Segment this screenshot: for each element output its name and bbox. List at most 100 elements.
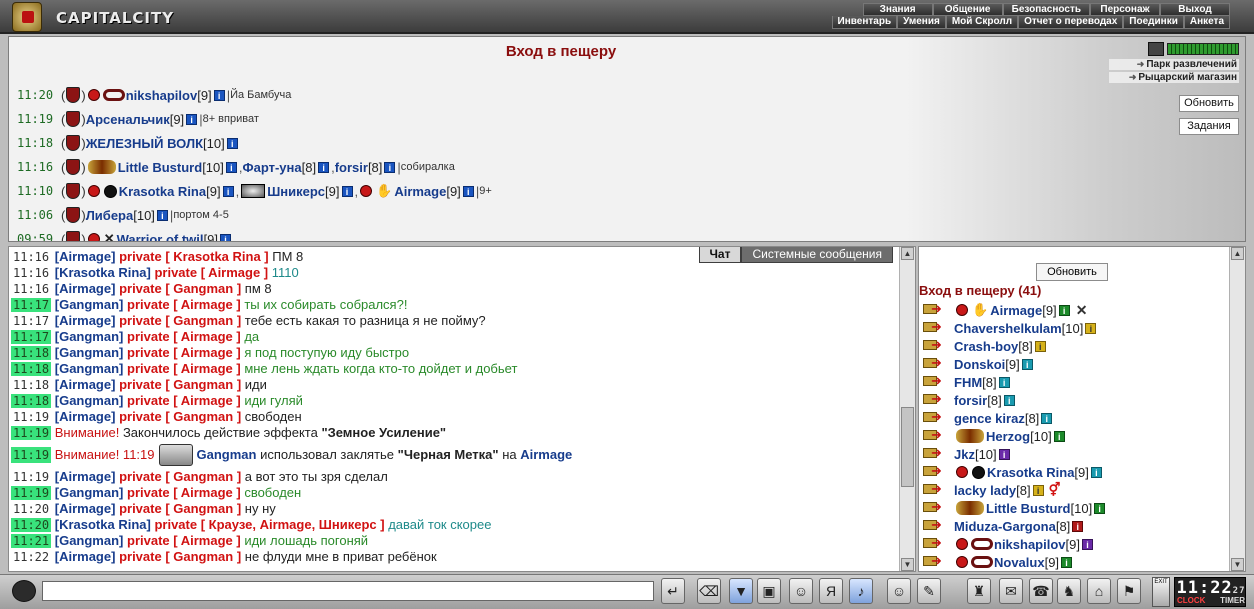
online-user-name[interactable]: Crash-boy	[954, 339, 1018, 354]
nav-item-2[interactable]: Безопасность	[1002, 3, 1090, 16]
subnav-item-3[interactable]: Отчет о переводах	[1018, 16, 1124, 29]
online-refresh-button[interactable]: Обновить	[1036, 263, 1108, 281]
message-time[interactable]: 11:19	[11, 447, 52, 463]
subnav-item-0[interactable]: Инвентарь	[831, 16, 898, 29]
message-recipient[interactable]: [ Gangman ]	[165, 377, 241, 392]
shield-icon[interactable]	[66, 159, 81, 175]
message-recipient[interactable]: [ Krasotka Rina ]	[165, 249, 268, 264]
info-icon[interactable]: i	[1090, 466, 1102, 478]
player-name[interactable]: forsir	[335, 160, 368, 175]
info-icon[interactable]: i	[318, 161, 330, 173]
scroll-down-icon[interactable]: ▼	[901, 558, 914, 571]
shield-icon[interactable]	[66, 207, 81, 223]
message-author[interactable]: [Gangman]	[55, 533, 124, 548]
player-name[interactable]: Шникерс	[267, 184, 325, 199]
message-time[interactable]: 11:19	[11, 410, 51, 424]
invite-icon[interactable]	[921, 481, 949, 497]
info-icon[interactable]: i	[1085, 322, 1097, 334]
message-recipient[interactable]: [ Airmage ]	[173, 345, 240, 360]
place-link-park[interactable]: Парк развлечений	[1109, 59, 1239, 70]
subnav-item-2[interactable]: Мой Скролл	[945, 16, 1019, 29]
message-author[interactable]: [Krasotka Rina]	[55, 517, 151, 532]
info-icon[interactable]: i	[1034, 340, 1046, 352]
player-name[interactable]: Little Busturd	[118, 160, 203, 175]
info-icon[interactable]: i	[1041, 412, 1053, 424]
message-time[interactable]: 11:19	[11, 486, 52, 500]
info-icon[interactable]: i	[1061, 556, 1073, 568]
message-author[interactable]: [Airmage]	[55, 409, 116, 424]
invite-icon[interactable]	[921, 427, 949, 443]
message-recipient[interactable]: [ Airmage ]	[173, 361, 240, 376]
shield-icon[interactable]	[66, 183, 81, 199]
message-author[interactable]: [Airmage]	[55, 249, 116, 264]
invite-icon[interactable]	[921, 445, 949, 461]
nav-item-1[interactable]: Общение	[932, 3, 1003, 16]
online-user-name[interactable]: Jkz	[954, 447, 975, 462]
info-icon[interactable]: i	[1094, 502, 1106, 514]
message-recipient[interactable]: [ Gangman ]	[165, 549, 241, 564]
online-user-name[interactable]: lacky lady	[954, 483, 1016, 498]
invite-icon[interactable]	[921, 499, 949, 515]
message-time[interactable]: 11:17	[11, 314, 51, 328]
invite-icon[interactable]	[921, 463, 949, 479]
knight-icon[interactable]: ♞	[1057, 578, 1081, 604]
message-recipient[interactable]: [ Gangman ]	[165, 313, 241, 328]
message-time[interactable]: 11:19	[11, 470, 51, 484]
info-icon[interactable]: i	[226, 137, 238, 149]
subnav-item-1[interactable]: Умения	[897, 16, 946, 29]
player-name[interactable]: Warrior of twil	[117, 232, 204, 242]
message-recipient[interactable]: [ Gangman ]	[165, 409, 241, 424]
online-user-name[interactable]: Chavershelkulam	[954, 321, 1062, 336]
online-user-name[interactable]: Miduza-Gargona	[954, 519, 1056, 534]
message-author[interactable]: [Gangman]	[55, 393, 124, 408]
player-name[interactable]: Либера	[86, 208, 134, 223]
info-icon[interactable]: i	[462, 185, 474, 197]
info-icon[interactable]: i	[222, 185, 234, 197]
message-author[interactable]: [Airmage]	[55, 377, 116, 392]
info-icon[interactable]: i	[1032, 484, 1044, 496]
info-icon[interactable]: i	[1072, 520, 1084, 532]
online-scrollbar[interactable]: ▲ ▼	[1229, 247, 1245, 571]
online-user-name[interactable]: Novalux	[994, 555, 1045, 570]
player-name[interactable]: Airmage	[394, 184, 446, 199]
game-clock[interactable]: 11:2227 CLOCK TIMER	[1174, 577, 1246, 607]
invite-icon[interactable]	[921, 355, 949, 371]
clock-label[interactable]: CLOCK	[1177, 596, 1205, 605]
invite-icon[interactable]	[921, 409, 949, 425]
message-time[interactable]: 11:19	[11, 426, 52, 440]
person-icon[interactable]: ☺	[789, 578, 813, 604]
message-recipient[interactable]: [ Airmage ]	[173, 393, 240, 408]
info-icon[interactable]: i	[225, 161, 237, 173]
tab-chat[interactable]: Чат	[698, 247, 742, 263]
refresh-button[interactable]: Обновить	[1179, 95, 1239, 112]
bottle-icon[interactable]: ♜	[967, 578, 991, 604]
invite-icon[interactable]	[921, 301, 949, 317]
player-name[interactable]: Krasotka Rina	[119, 184, 206, 199]
message-recipient[interactable]: [ Airmage ]	[201, 265, 268, 280]
save-icon[interactable]: ▣	[757, 578, 781, 604]
message-recipient[interactable]: [ Airmage ]	[173, 485, 240, 500]
message-recipient[interactable]: [ Airmage ]	[173, 297, 240, 312]
invite-icon[interactable]	[921, 337, 949, 353]
invite-icon[interactable]	[921, 553, 949, 569]
scroll-down-icon[interactable]: ▼	[1231, 558, 1244, 571]
target-name[interactable]: Airmage	[520, 447, 572, 463]
online-user-name[interactable]: Little Busturd	[986, 501, 1071, 516]
lock-icon[interactable]: ⌂	[1087, 578, 1111, 604]
message-time[interactable]: 11:17	[11, 330, 52, 344]
info-icon[interactable]: i	[998, 376, 1010, 388]
info-icon[interactable]: i	[213, 89, 225, 101]
online-user-name[interactable]: Donskoi	[954, 357, 1005, 372]
info-icon[interactable]: i	[219, 233, 231, 241]
online-user-name[interactable]: Herzog	[986, 429, 1030, 444]
nav-item-4[interactable]: Выход	[1160, 3, 1230, 16]
scroll-up-icon[interactable]: ▲	[1231, 247, 1244, 260]
message-author[interactable]: [Gangman]	[55, 329, 124, 344]
scroll-up-icon[interactable]: ▲	[901, 247, 914, 260]
tab-system-messages[interactable]: Системные сообщения	[741, 247, 893, 263]
shield-icon[interactable]	[66, 111, 81, 127]
info-icon[interactable]: i	[1021, 358, 1033, 370]
shield-icon[interactable]	[66, 231, 81, 241]
message-recipient[interactable]: [ Airmage ]	[173, 329, 240, 344]
player-name[interactable]: Арсенальчик	[86, 112, 170, 127]
